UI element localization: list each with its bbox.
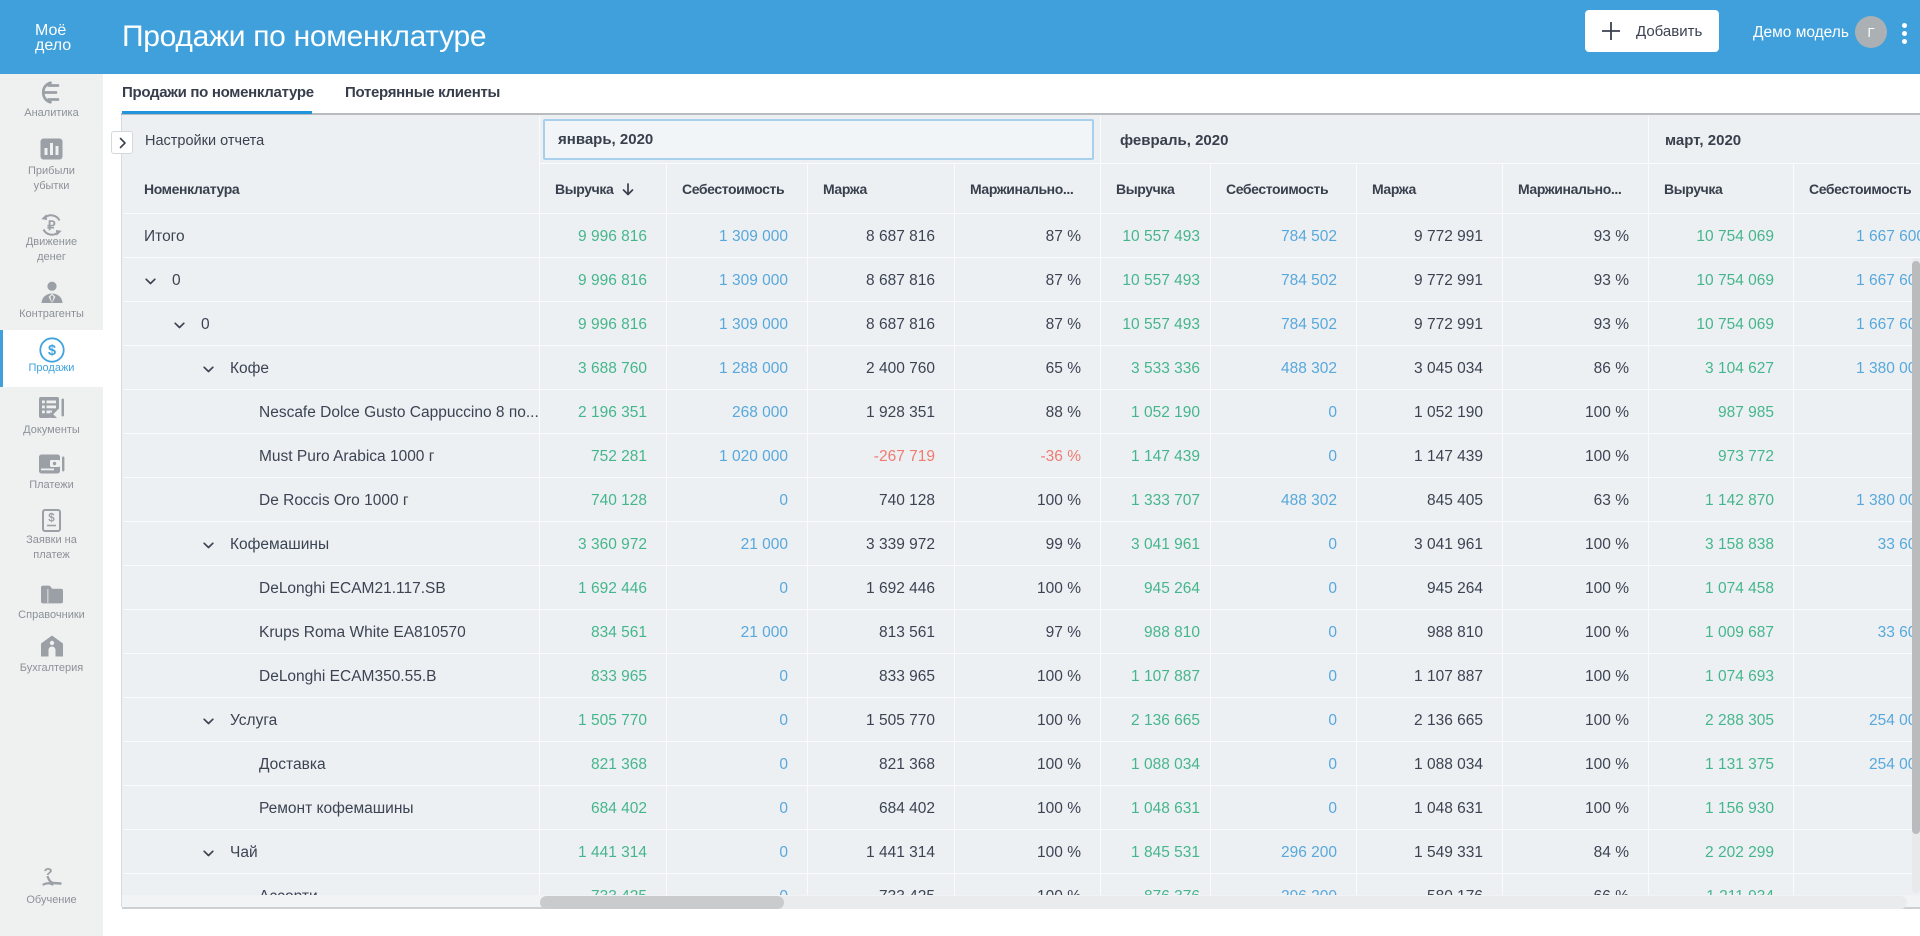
svg-text:$: $ [47, 343, 55, 359]
svg-text:₽: ₽ [47, 218, 56, 233]
svg-text:$: $ [48, 513, 55, 525]
